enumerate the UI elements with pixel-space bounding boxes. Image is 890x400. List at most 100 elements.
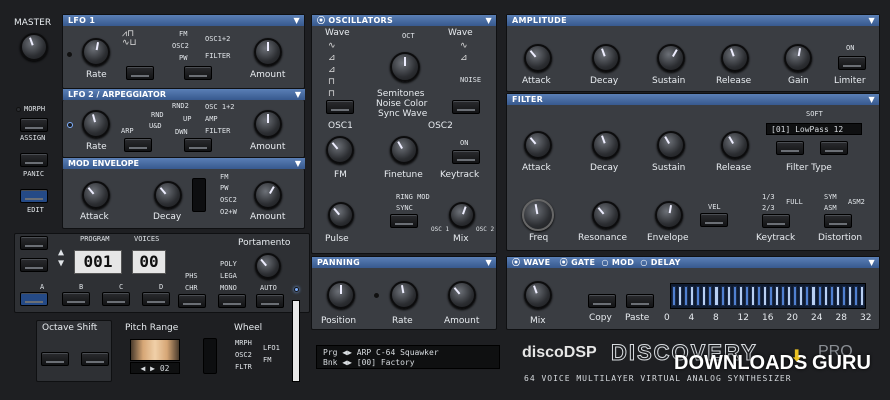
power-icon[interactable]: ⦿ xyxy=(512,258,520,267)
seq-step-grid[interactable] xyxy=(670,283,866,309)
seq-step[interactable] xyxy=(756,286,761,306)
tab-gate[interactable]: GATE xyxy=(571,258,595,267)
pitch-range-display[interactable]: ◀ ▶ 02 xyxy=(130,362,180,374)
collapse-triangle-icon[interactable]: ▼ xyxy=(869,94,875,105)
flt-freq-knob[interactable] xyxy=(522,199,554,231)
seq-step[interactable] xyxy=(817,286,822,306)
seq-step[interactable] xyxy=(835,286,840,306)
lfo2-target-button[interactable] xyxy=(184,138,212,152)
amp-decay-knob[interactable] xyxy=(592,44,620,72)
octave-up-button[interactable] xyxy=(81,352,109,366)
amp-release-knob[interactable] xyxy=(721,44,749,72)
flt-resonance-knob[interactable] xyxy=(592,201,620,229)
amp-sustain-knob[interactable] xyxy=(657,44,685,72)
seq-step[interactable] xyxy=(690,286,695,306)
collapse-triangle-icon[interactable]: ▼ xyxy=(869,257,875,268)
lfo1-wave-button[interactable] xyxy=(126,66,154,80)
seq-step[interactable] xyxy=(823,286,828,306)
seq-step[interactable] xyxy=(811,286,816,306)
seq-step[interactable] xyxy=(732,286,737,306)
prg-arrows-icon[interactable]: ◀▶ xyxy=(342,348,352,357)
slot-d-button[interactable] xyxy=(142,292,170,306)
pan-position-knob[interactable] xyxy=(327,281,355,309)
power-icon[interactable]: ⦿ xyxy=(317,16,325,25)
osc1-wave-button[interactable] xyxy=(326,100,354,114)
lfo1-target-button[interactable] xyxy=(184,66,212,80)
arrow-left-icon[interactable]: ◀ xyxy=(141,364,146,373)
octave-down-button[interactable] xyxy=(41,352,69,366)
filter-type-next-button[interactable] xyxy=(820,141,848,155)
lfo2-rate-knob[interactable] xyxy=(82,110,110,138)
seq-step[interactable] xyxy=(744,286,749,306)
modenv-amount-knob[interactable] xyxy=(254,181,282,209)
volume-slider[interactable] xyxy=(292,300,300,382)
flt-decay-knob[interactable] xyxy=(592,131,620,159)
power-icon[interactable]: ⦿ xyxy=(560,258,568,267)
tab-mod[interactable]: MOD xyxy=(612,258,634,267)
modenv-header[interactable]: MOD ENVELOPE ▼ xyxy=(63,158,305,169)
slot-a-button[interactable] xyxy=(20,292,48,306)
osc-fm-knob[interactable] xyxy=(326,136,354,164)
lfo1-rate-knob[interactable] xyxy=(82,38,110,66)
distortion-button[interactable] xyxy=(824,214,852,228)
collapse-triangle-icon[interactable]: ▼ xyxy=(869,15,875,26)
phs-chr-button[interactable] xyxy=(178,294,206,308)
seq-step[interactable] xyxy=(829,286,834,306)
seq-step[interactable] xyxy=(769,286,774,306)
keytrack-button[interactable] xyxy=(452,150,480,164)
seq-step[interactable] xyxy=(696,286,701,306)
seq-step[interactable] xyxy=(762,286,767,306)
collapse-triangle-icon[interactable]: ▼ xyxy=(486,257,492,268)
vel-button[interactable] xyxy=(700,213,728,227)
modenv-attack-knob[interactable] xyxy=(82,181,110,209)
amp-attack-knob[interactable] xyxy=(524,44,552,72)
limiter-button[interactable] xyxy=(838,56,866,70)
filter-type-display[interactable]: [01] LowPass 12 xyxy=(766,123,862,135)
collapse-triangle-icon[interactable]: ▼ xyxy=(295,89,301,100)
seq-step[interactable] xyxy=(859,286,864,306)
program-arrows-icon[interactable]: ▲ ▼ xyxy=(58,247,64,269)
seq-step[interactable] xyxy=(714,286,719,306)
flt-attack-knob[interactable] xyxy=(524,131,552,159)
seq-step[interactable] xyxy=(672,286,677,306)
seq-step[interactable] xyxy=(720,286,725,306)
seq-step[interactable] xyxy=(702,286,707,306)
collapse-triangle-icon[interactable]: ▼ xyxy=(295,158,301,169)
voice-mode-button[interactable] xyxy=(218,294,246,308)
seq-step[interactable] xyxy=(793,286,798,306)
master-volume-knob[interactable] xyxy=(20,33,48,61)
slot-b-button[interactable] xyxy=(62,292,90,306)
seq-step[interactable] xyxy=(781,286,786,306)
seq-step[interactable] xyxy=(775,286,780,306)
panic-button[interactable] xyxy=(20,153,48,167)
wheel-target-switch[interactable] xyxy=(203,338,217,374)
lfo2-amount-knob[interactable] xyxy=(254,110,282,138)
pitch-wheel[interactable] xyxy=(130,339,180,361)
seq-step[interactable] xyxy=(750,286,755,306)
amp-gain-knob[interactable] xyxy=(784,44,812,72)
flt-release-knob[interactable] xyxy=(721,131,749,159)
seq-step[interactable] xyxy=(805,286,810,306)
seq-step[interactable] xyxy=(799,286,804,306)
keytrack-filter-button[interactable] xyxy=(762,214,790,228)
lfo1-amount-knob[interactable] xyxy=(254,38,282,66)
osc-finetune-knob[interactable] xyxy=(390,136,418,164)
seq-step[interactable] xyxy=(853,286,858,306)
lfo2-header[interactable]: LFO 2 / ARPEGGIATOR ▼ xyxy=(63,89,305,100)
sequencer-header[interactable]: ⦿ WAVE ⦿ GATE ○ MOD ○ DELAY ▼ xyxy=(507,257,879,268)
osc2-wave-button[interactable] xyxy=(452,100,480,114)
osc-mix-knob[interactable] xyxy=(449,202,475,228)
tab-delay[interactable]: DELAY xyxy=(651,258,681,267)
power-icon[interactable]: ○ xyxy=(602,258,609,267)
power-icon[interactable]: ○ xyxy=(640,258,647,267)
flt-sustain-knob[interactable] xyxy=(657,131,685,159)
oscillators-header[interactable]: ⦿ OSCILLATORS ▼ xyxy=(312,15,496,26)
lfo2-radio[interactable] xyxy=(67,122,73,128)
ring-sync-button[interactable] xyxy=(390,214,418,228)
pan-amount-knob[interactable] xyxy=(448,281,476,309)
modenv-target-switch[interactable] xyxy=(192,178,206,212)
collapse-triangle-icon[interactable]: ▼ xyxy=(486,15,492,26)
program-next-button[interactable] xyxy=(20,258,48,272)
slot-c-button[interactable] xyxy=(102,292,130,306)
seq-step[interactable] xyxy=(841,286,846,306)
